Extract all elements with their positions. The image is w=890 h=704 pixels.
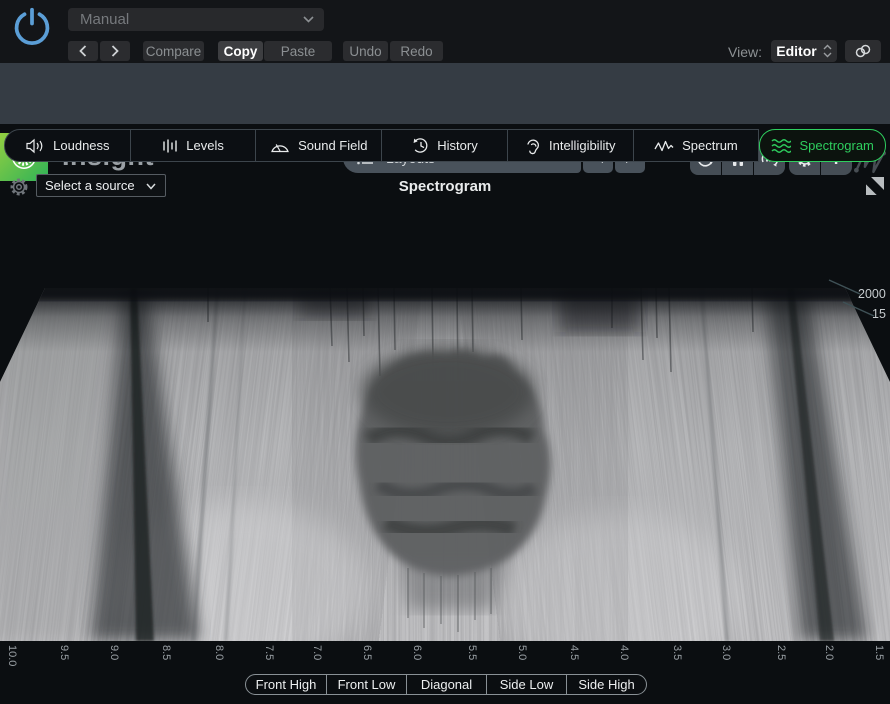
- time-tick: 3.0: [720, 645, 732, 661]
- source-select[interactable]: Select a source: [36, 174, 166, 197]
- time-tick: 8.0: [213, 645, 225, 661]
- time-tick: 2.5: [775, 645, 787, 661]
- freq-label-1500: 15: [872, 307, 886, 321]
- tab-label: Spectrum: [682, 138, 738, 153]
- spectrum-wave-icon: [654, 140, 674, 151]
- updown-chevrons-icon: [823, 44, 832, 58]
- tab-label: Levels: [186, 138, 224, 153]
- speaker-icon: [26, 138, 43, 153]
- tab-label: Sound Field: [298, 138, 368, 153]
- panel-settings-icon[interactable]: [8, 176, 30, 198]
- link-icon: [855, 44, 871, 58]
- history-clock-icon: [413, 138, 428, 153]
- freq-label-2000: 2000: [858, 287, 886, 301]
- chevron-down-icon: [146, 183, 156, 190]
- time-tick: 9.5: [58, 645, 70, 661]
- redo-button[interactable]: Redo: [390, 41, 443, 61]
- tab-levels[interactable]: Levels: [130, 129, 257, 162]
- power-icon[interactable]: [10, 7, 54, 51]
- source-select-value: Select a source: [45, 178, 135, 193]
- tab-label: History: [437, 138, 478, 153]
- chevron-left-icon: [79, 45, 87, 57]
- time-tick: 10.0: [6, 645, 18, 667]
- tab-spectrum[interactable]: Spectrum: [633, 129, 760, 162]
- plugin-header: Insight Layouts: [0, 63, 890, 181]
- compare-button[interactable]: Compare: [143, 41, 204, 61]
- chevron-right-icon: [111, 45, 119, 57]
- tab-label: Loudness: [53, 138, 110, 153]
- time-tick: 4.5: [568, 645, 580, 661]
- time-tick: 1.5: [873, 645, 885, 661]
- view-diagonal-button[interactable]: Diagonal: [406, 675, 486, 694]
- time-tick: 5.0: [516, 645, 528, 661]
- link-button[interactable]: [845, 40, 881, 62]
- next-preset-button[interactable]: [100, 41, 130, 61]
- view-side-high-button[interactable]: Side High: [566, 675, 646, 694]
- sound-field-icon: [271, 143, 289, 152]
- view-angle-buttons: Front High Front Low Diagonal Side Low S…: [245, 674, 647, 695]
- preset-value: Manual: [80, 11, 130, 28]
- view-label: View:: [728, 44, 762, 60]
- time-tick: 3.5: [671, 645, 683, 661]
- expand-icon[interactable]: [866, 177, 884, 195]
- time-tick: 6.5: [361, 645, 373, 661]
- view-front-high-button[interactable]: Front High: [246, 675, 326, 694]
- spectrogram-waves-icon: [771, 138, 792, 153]
- time-tick: 8.5: [160, 645, 172, 661]
- tab-spectrogram[interactable]: Spectrogram: [759, 129, 887, 162]
- view-side-low-button[interactable]: Side Low: [486, 675, 566, 694]
- tab-label: Intelligibility: [548, 138, 616, 153]
- tab-label: Spectrogram: [799, 138, 874, 153]
- chevron-down-icon: [303, 16, 314, 23]
- time-tick: 7.0: [311, 645, 323, 661]
- view-value: Editor: [776, 43, 817, 59]
- time-tick: 4.0: [618, 645, 630, 661]
- undo-button[interactable]: Undo: [343, 41, 388, 61]
- host-toolbar: Manual Compare Copy Paste Undo Redo View…: [0, 0, 890, 63]
- paste-button[interactable]: Paste: [264, 41, 332, 61]
- spectrogram-canvas[interactable]: [0, 288, 890, 641]
- insight-window: Manual Compare Copy Paste Undo Redo View…: [0, 0, 890, 704]
- view-front-low-button[interactable]: Front Low: [326, 675, 406, 694]
- copy-button[interactable]: Copy: [218, 41, 263, 61]
- prev-preset-button[interactable]: [68, 41, 98, 61]
- tab-intelligibility[interactable]: Intelligibility: [507, 129, 634, 162]
- meter-tabbar: Loudness Levels Sound Field History Inte…: [4, 129, 887, 162]
- level-bars-icon: [163, 139, 177, 152]
- time-tick: 9.0: [108, 645, 120, 661]
- view-select[interactable]: Editor: [771, 40, 837, 62]
- time-tick: 6.0: [411, 645, 423, 661]
- time-tick: 2.0: [823, 645, 835, 661]
- tab-history[interactable]: History: [382, 129, 508, 162]
- time-tick: 7.5: [263, 645, 275, 661]
- tab-loudness[interactable]: Loudness: [4, 129, 131, 162]
- preset-select[interactable]: Manual: [68, 8, 324, 31]
- ear-icon: [527, 139, 540, 154]
- tab-sound-field[interactable]: Sound Field: [256, 129, 383, 162]
- time-tick: 5.5: [466, 645, 478, 661]
